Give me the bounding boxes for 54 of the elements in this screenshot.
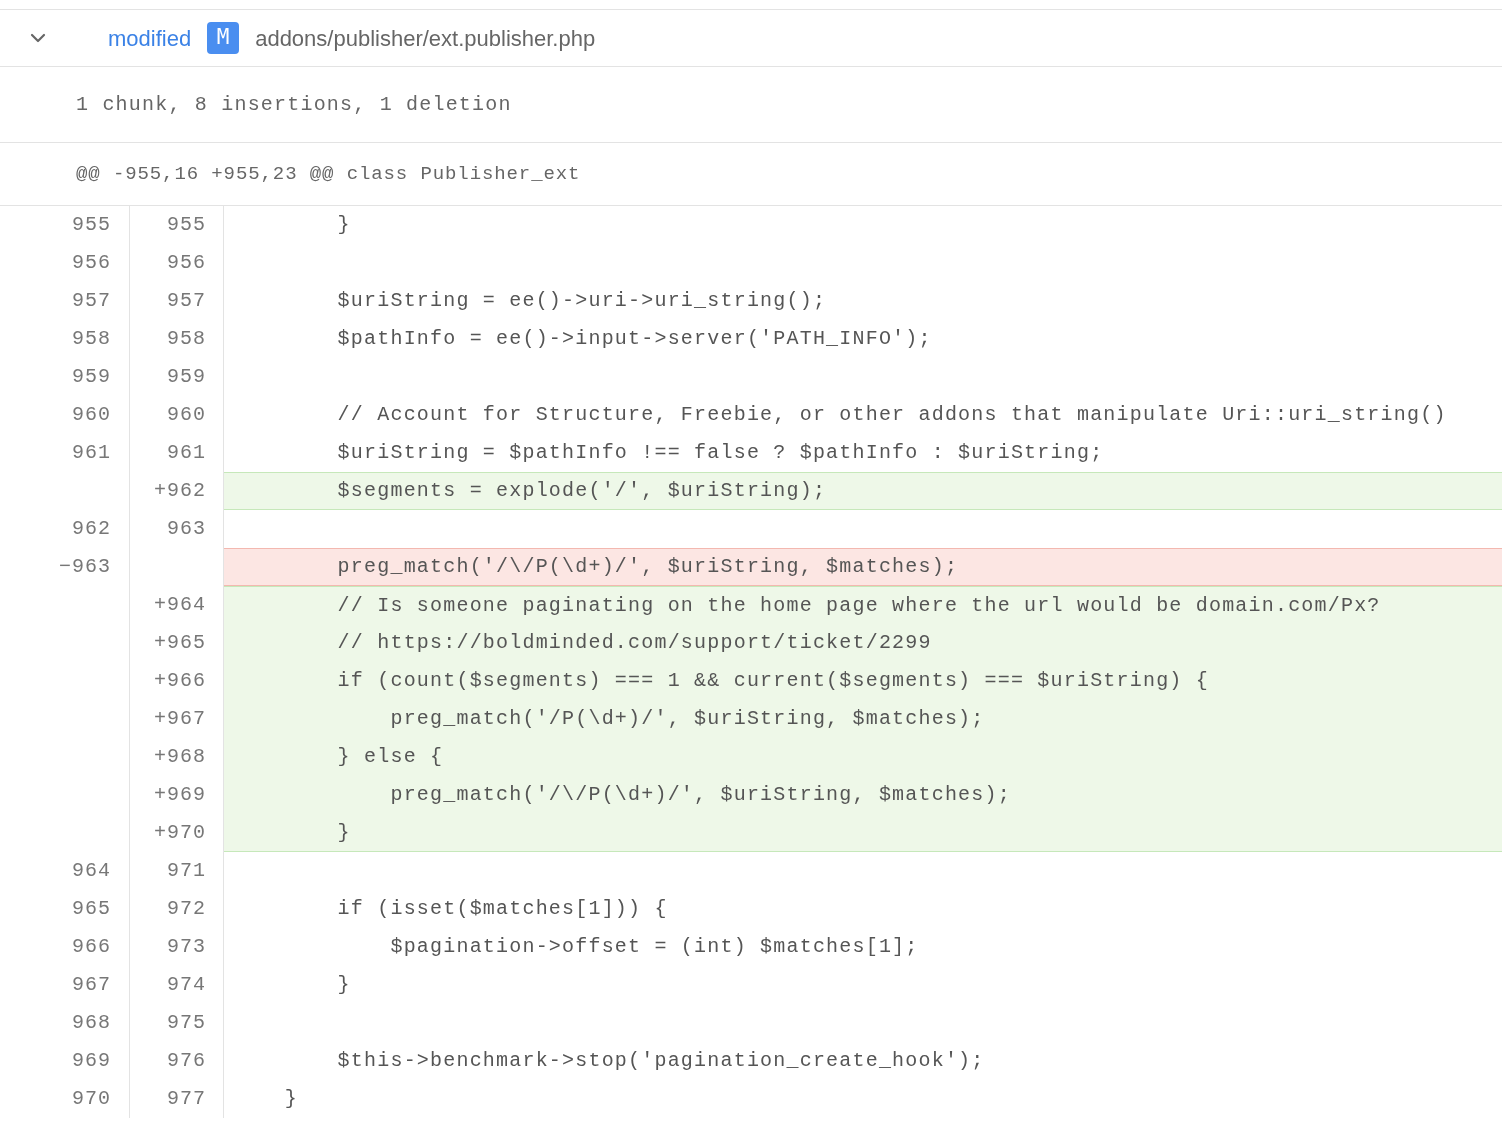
line-number: 969 <box>72 1048 111 1074</box>
line-number: 974 <box>167 972 206 998</box>
line-number: +964 <box>154 592 206 618</box>
line-number: 958 <box>167 326 206 352</box>
line-number: 962 <box>72 516 111 542</box>
code-line: $this->benchmark->stop('pagination_create_hook'); <box>336 1048 985 1074</box>
code-line: } <box>336 212 351 238</box>
code-line: // Account for Structure, Freebie, or other addons that manipulate Uri::uri_string() <box>336 402 1447 428</box>
line-number: 965 <box>72 896 111 922</box>
line-number: 956 <box>72 250 111 276</box>
line-number: +966 <box>154 668 206 694</box>
line-number: 977 <box>167 1086 206 1112</box>
line-number: 960 <box>72 402 111 428</box>
line-number: 955 <box>167 212 206 238</box>
diff-summary: 1 chunk, 8 insertions, 1 deletion <box>76 91 512 118</box>
code-line: if (isset($matches[1])) { <box>336 896 668 922</box>
hunk-header: @@ -955,16 +955,23 @@ class Publisher_ext <box>76 161 581 187</box>
line-number: +965 <box>154 630 206 656</box>
line-number: 956 <box>167 250 206 276</box>
status-label: modified <box>108 24 192 53</box>
line-number: 971 <box>167 858 206 884</box>
line-number: 972 <box>167 896 206 922</box>
line-number: +969 <box>154 782 206 808</box>
line-number: +962 <box>154 478 206 504</box>
line-number: 955 <box>72 212 111 238</box>
line-number: 959 <box>167 364 206 390</box>
line-number: +967 <box>154 706 206 732</box>
line-number: 964 <box>72 858 111 884</box>
line-number: +968 <box>154 744 206 770</box>
code-line: } <box>336 972 351 998</box>
line-number: 968 <box>72 1010 111 1036</box>
line-number: 967 <box>72 972 111 998</box>
line-number: 975 <box>167 1010 206 1036</box>
line-number: 959 <box>72 364 111 390</box>
status-badge: M <box>207 22 240 54</box>
line-number: 961 <box>72 440 111 466</box>
file-path: addons/publisher/ext.publisher.php <box>255 24 596 53</box>
code-line: $pathInfo = ee()->input->server('PATH_INFO'); <box>336 326 932 352</box>
code-line: $pagination->offset = (int) $matches[1]; <box>389 934 919 960</box>
code-line: } <box>283 1086 298 1112</box>
line-number: 970 <box>72 1086 111 1112</box>
line-number: 958 <box>72 326 111 352</box>
code-line: $uriString = $pathInfo !== false ? $pathInfo : $uriString; <box>336 440 1104 466</box>
line-number: +970 <box>154 820 206 846</box>
line-number: 960 <box>167 402 206 428</box>
line-number: 966 <box>72 934 111 960</box>
line-number: 957 <box>72 288 111 314</box>
line-number: −963 <box>59 554 111 580</box>
code-line: $uriString = ee()->uri->uri_string(); <box>336 288 827 314</box>
line-number: 963 <box>167 516 206 542</box>
line-number: 973 <box>167 934 206 960</box>
line-number: 976 <box>167 1048 206 1074</box>
line-number: 961 <box>167 440 206 466</box>
line-number: 957 <box>167 288 206 314</box>
